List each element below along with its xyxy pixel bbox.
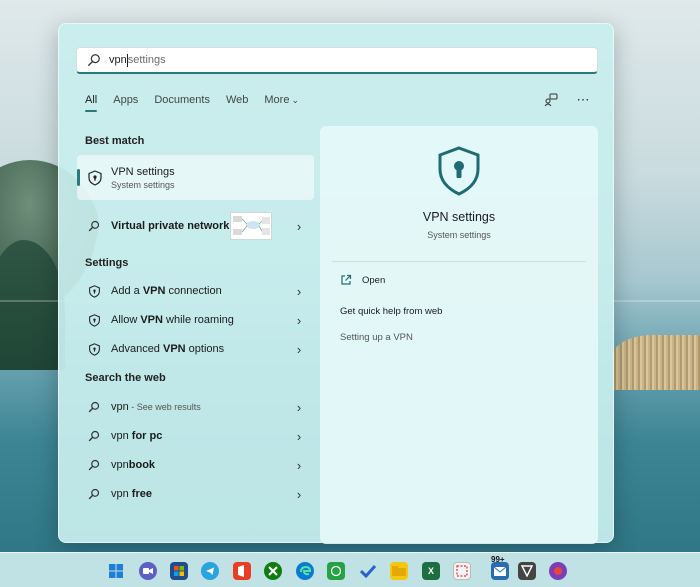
list-item-label: vpn for pc <box>111 430 163 442</box>
xbox-icon[interactable] <box>264 562 282 580</box>
best-match-heading: Best match <box>85 135 145 147</box>
open-external-icon <box>341 274 352 285</box>
tab-all[interactable]: All <box>85 94 98 112</box>
chat-icon[interactable] <box>139 562 157 580</box>
snipping-tool-icon[interactable] <box>453 562 471 580</box>
search-web-heading: Search the web <box>85 372 166 384</box>
open-button[interactable]: Open <box>340 274 385 286</box>
chevron-right-icon: › <box>296 457 302 473</box>
chevron-right-icon: › <box>296 399 302 415</box>
shield-icon <box>88 169 102 186</box>
list-item-advanced-vpn-options[interactable]: Advanced VPN options › <box>77 336 314 362</box>
filter-tabs: All Apps Documents Web More ⌄ <box>85 94 315 112</box>
share-accounts-icon[interactable] <box>543 92 559 108</box>
search-input[interactable]: vpn settings <box>76 47 598 74</box>
search-icon <box>87 219 101 233</box>
tab-web[interactable]: Web <box>226 94 248 106</box>
tab-more-label: More <box>264 94 290 106</box>
detail-subtitle: System settings <box>427 230 491 240</box>
list-item-allow-vpn-roaming[interactable]: Allow VPN while roaming › <box>77 307 314 333</box>
divider <box>332 261 586 262</box>
quick-help-heading: Get quick help from web <box>340 306 443 317</box>
file-explorer-icon[interactable] <box>390 562 408 580</box>
list-item-virtual-private-network[interactable]: Virtual private network › <box>77 211 314 241</box>
list-item-label: Allow VPN while roaming <box>111 314 234 326</box>
todo-icon[interactable] <box>359 562 377 580</box>
setup-vpn-link[interactable]: Setting up a VPN <box>340 332 413 343</box>
best-match-result[interactable]: VPN settings System settings <box>77 155 314 200</box>
chevron-right-icon: › <box>296 341 302 357</box>
search-icon <box>87 429 101 443</box>
list-item-label: vpn free <box>111 488 152 500</box>
taskbar: X 99+ <box>0 552 700 587</box>
chevron-right-icon: › <box>296 283 302 299</box>
vpn-app-icon[interactable] <box>549 562 567 580</box>
edge-icon[interactable] <box>296 562 314 580</box>
list-item-web-vpnbook[interactable]: vpnbook › <box>77 452 314 478</box>
search-icon <box>87 487 101 501</box>
chevron-right-icon: › <box>296 218 302 234</box>
vpn-shield-icon <box>438 146 480 196</box>
list-item-label: Virtual private network <box>111 220 230 232</box>
shield-icon <box>87 284 101 298</box>
excel-icon[interactable]: X <box>422 562 440 580</box>
shield-icon <box>87 313 101 327</box>
mail-icon[interactable]: 99+ <box>491 555 509 580</box>
settings-heading: Settings <box>85 257 129 269</box>
notification-badge: 99+ <box>491 555 505 564</box>
vector-app-icon[interactable] <box>518 562 536 580</box>
search-icon <box>87 400 101 414</box>
chevron-right-icon: › <box>296 312 302 328</box>
best-match-title: VPN settings <box>111 165 175 178</box>
detail-pane: VPN settings System settings Open Get qu… <box>320 126 598 544</box>
chevron-right-icon: › <box>296 486 302 502</box>
search-icon <box>87 458 101 472</box>
chevron-right-icon: › <box>296 428 302 444</box>
list-item-web-vpn-free[interactable]: vpn free › <box>77 481 314 507</box>
chevron-down-icon: ⌄ <box>291 95 299 105</box>
wallpaper-reeds <box>612 335 700 390</box>
list-item-label: Add a VPN connection <box>111 285 222 297</box>
top-actions: ⋯ <box>543 92 591 108</box>
detail-title: VPN settings <box>422 210 496 224</box>
start-icon[interactable] <box>107 562 125 580</box>
vpn-diagram-thumbnail <box>230 212 272 240</box>
list-item-web-vpn-for-pc[interactable]: vpn for pc › <box>77 423 314 449</box>
list-item-web-vpn[interactable]: vpn - See web results › <box>77 394 314 420</box>
list-item-label: Advanced VPN options <box>111 343 225 355</box>
search-panel: vpn settings All Apps Documents Web More… <box>58 23 614 544</box>
tab-more[interactable]: More ⌄ <box>264 94 299 106</box>
more-options-icon[interactable]: ⋯ <box>575 92 591 108</box>
list-item-label: vpn - See web results <box>111 401 201 413</box>
shield-icon <box>87 342 101 356</box>
best-match-subtitle: System settings <box>111 179 175 190</box>
search-icon <box>88 54 100 66</box>
office-icon[interactable] <box>233 562 251 580</box>
list-item-label: vpnbook <box>111 459 156 471</box>
tab-apps[interactable]: Apps <box>113 94 138 106</box>
list-item-add-vpn-connection[interactable]: Add a VPN connection › <box>77 278 314 304</box>
whatsapp-icon[interactable] <box>327 562 345 580</box>
telegram-icon[interactable] <box>201 562 219 580</box>
search-typed-text: vpn <box>109 54 127 66</box>
store-icon[interactable] <box>170 562 188 580</box>
tab-documents[interactable]: Documents <box>154 94 210 106</box>
search-suggestion-text: settings <box>127 54 166 66</box>
open-label: Open <box>362 274 386 286</box>
